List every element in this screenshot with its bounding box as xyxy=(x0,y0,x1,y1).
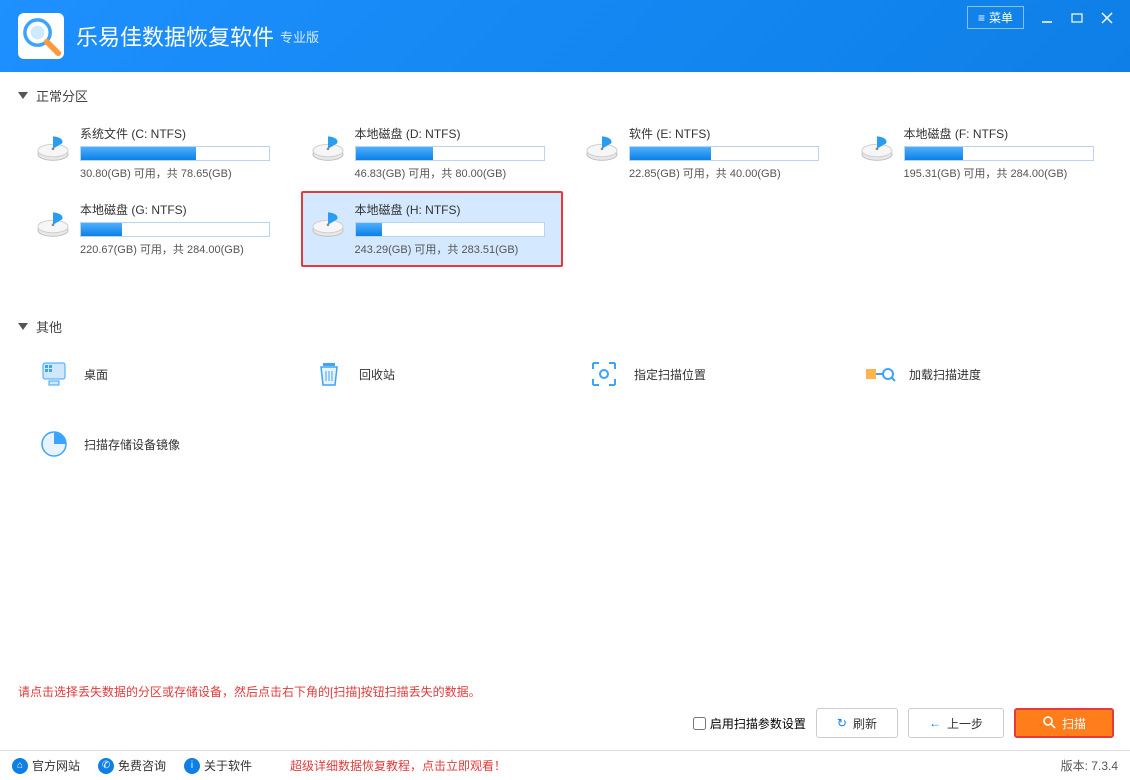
partition-item[interactable]: 本地磁盘 (H: NTFS) 243.29(GB) 可用，共 283.51(GB) xyxy=(301,191,564,267)
recycle-icon xyxy=(309,354,349,394)
disk-icon xyxy=(34,207,72,239)
location-icon xyxy=(584,354,624,394)
partition-stats: 243.29(GB) 可用，共 283.51(GB) xyxy=(355,241,556,257)
section-header-other: 其他 xyxy=(18,317,1112,336)
other-label: 回收站 xyxy=(359,366,395,383)
partition-stats: 195.31(GB) 可用，共 284.00(GB) xyxy=(904,165,1105,181)
refresh-icon: ↻ xyxy=(837,716,847,730)
scan-button[interactable]: 扫描 xyxy=(1014,708,1114,738)
partition-name: 本地磁盘 (H: NTFS) xyxy=(355,201,556,218)
usage-bar xyxy=(355,222,545,237)
app-logo-icon xyxy=(18,13,64,59)
prev-button[interactable]: ← 上一步 xyxy=(908,708,1004,738)
enable-params-checkbox[interactable]: 启用扫描参数设置 xyxy=(693,715,806,732)
maximize-button[interactable] xyxy=(1062,7,1092,29)
partition-stats: 30.80(GB) 可用，共 78.65(GB) xyxy=(80,165,281,181)
app-subtitle: 专业版 xyxy=(280,27,319,46)
section-title-partitions: 正常分区 xyxy=(36,86,88,105)
consult-label: 免费咨询 xyxy=(118,757,166,774)
desktop-icon xyxy=(34,354,74,394)
hint-text: 请点击选择丢失数据的分区或存储设备，然后点击右下角的[扫描]按钮扫描丢失的数据。 xyxy=(0,675,499,708)
site-label: 官方网站 xyxy=(32,757,80,774)
disk-icon xyxy=(583,131,621,163)
partition-item[interactable]: 本地磁盘 (G: NTFS) 220.67(GB) 可用，共 284.00(GB) xyxy=(26,191,289,267)
disk-icon xyxy=(309,131,347,163)
disk-icon xyxy=(309,207,347,239)
chat-icon: ✆ xyxy=(98,758,114,774)
other-label: 桌面 xyxy=(84,366,108,383)
partition-stats: 46.83(GB) 可用，共 80.00(GB) xyxy=(355,165,556,181)
partition-item[interactable]: 软件 (E: NTFS) 22.85(GB) 可用，共 40.00(GB) xyxy=(575,115,838,191)
partition-item[interactable]: 本地磁盘 (D: NTFS) 46.83(GB) 可用，共 80.00(GB) xyxy=(301,115,564,191)
footer-buttons: 启用扫描参数设置 ↻ 刷新 ← 上一步 扫描 xyxy=(689,702,1118,744)
search-icon xyxy=(1042,715,1056,732)
title-bar: 乐易佳数据恢复软件 专业版 ≡ 菜单 xyxy=(0,0,1130,72)
scan-label: 扫描 xyxy=(1062,715,1086,732)
load-icon xyxy=(859,354,899,394)
partition-name: 本地磁盘 (D: NTFS) xyxy=(355,125,556,142)
official-site-link[interactable]: ⌂ 官方网站 xyxy=(12,757,80,774)
section-title-other: 其他 xyxy=(36,317,62,336)
other-label: 加载扫描进度 xyxy=(909,366,981,383)
other-item-recycle[interactable]: 回收站 xyxy=(301,346,562,402)
partition-item[interactable]: 本地磁盘 (F: NTFS) 195.31(GB) 可用，共 284.00(GB) xyxy=(850,115,1113,191)
disk-icon xyxy=(34,131,72,163)
about-link[interactable]: i 关于软件 xyxy=(184,757,252,774)
status-bar: ⌂ 官方网站 ✆ 免费咨询 i 关于软件 超级详细数据恢复教程，点击立即观看！ … xyxy=(0,750,1130,780)
menu-button[interactable]: ≡ 菜单 xyxy=(967,6,1024,29)
enable-params-input[interactable] xyxy=(693,717,706,730)
usage-bar xyxy=(904,146,1094,161)
info-icon: i xyxy=(184,758,200,774)
usage-bar xyxy=(355,146,545,161)
close-button[interactable] xyxy=(1092,7,1122,29)
collapse-icon[interactable] xyxy=(18,323,28,330)
usage-bar xyxy=(80,146,270,161)
version-text: 版本: 7.3.4 xyxy=(1061,757,1118,774)
image-icon xyxy=(34,424,74,464)
usage-bar xyxy=(629,146,819,161)
other-item-location[interactable]: 指定扫描位置 xyxy=(576,346,837,402)
other-label: 指定扫描位置 xyxy=(634,366,706,383)
usage-bar xyxy=(80,222,270,237)
partition-stats: 220.67(GB) 可用，共 284.00(GB) xyxy=(80,241,281,257)
prev-label: 上一步 xyxy=(947,715,983,732)
partition-name: 本地磁盘 (G: NTFS) xyxy=(80,201,281,218)
refresh-button[interactable]: ↻ 刷新 xyxy=(816,708,898,738)
other-item-image[interactable]: 扫描存储设备镜像 xyxy=(26,416,287,472)
disk-icon xyxy=(858,131,896,163)
consult-link[interactable]: ✆ 免费咨询 xyxy=(98,757,166,774)
other-label: 扫描存储设备镜像 xyxy=(84,436,180,453)
home-icon: ⌂ xyxy=(12,758,28,774)
other-item-desktop[interactable]: 桌面 xyxy=(26,346,287,402)
arrow-left-icon: ← xyxy=(929,716,941,730)
about-label: 关于软件 xyxy=(204,757,252,774)
menu-label: 菜单 xyxy=(989,9,1013,26)
partition-stats: 22.85(GB) 可用，共 40.00(GB) xyxy=(629,165,830,181)
minimize-button[interactable] xyxy=(1032,7,1062,29)
partition-name: 系统文件 (C: NTFS) xyxy=(80,125,281,142)
app-title: 乐易佳数据恢复软件 xyxy=(76,20,274,52)
partition-name: 本地磁盘 (F: NTFS) xyxy=(904,125,1105,142)
tutorial-link[interactable]: 超级详细数据恢复教程，点击立即观看！ xyxy=(290,757,506,774)
section-header-partitions: 正常分区 xyxy=(18,86,1112,105)
collapse-icon[interactable] xyxy=(18,92,28,99)
partition-name: 软件 (E: NTFS) xyxy=(629,125,830,142)
menu-icon: ≡ xyxy=(978,11,985,25)
other-item-load[interactable]: 加载扫描进度 xyxy=(851,346,1112,402)
enable-params-label: 启用扫描参数设置 xyxy=(710,715,806,732)
refresh-label: 刷新 xyxy=(853,715,877,732)
partition-item[interactable]: 系统文件 (C: NTFS) 30.80(GB) 可用，共 78.65(GB) xyxy=(26,115,289,191)
